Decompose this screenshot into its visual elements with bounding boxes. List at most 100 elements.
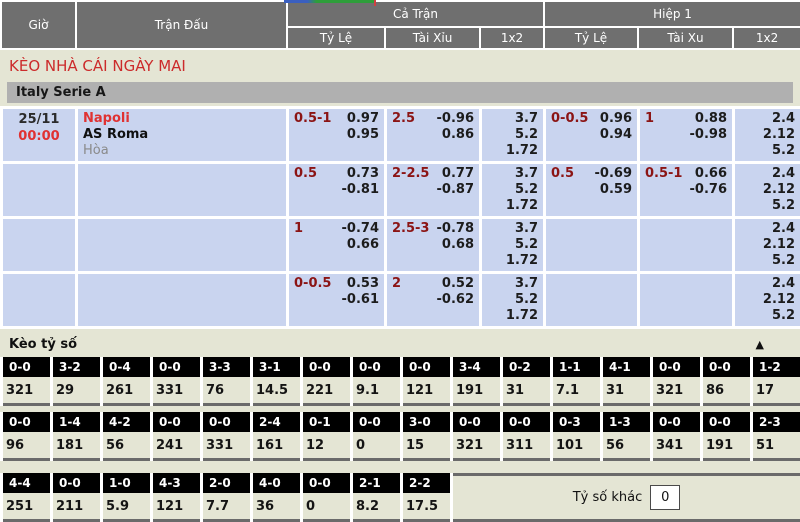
- score-bet-cell[interactable]: 3-376: [203, 357, 250, 406]
- odds-value[interactable]: -0.98: [645, 127, 727, 143]
- odds-cell-ft-handicap[interactable]: 1-0.740.66: [288, 218, 386, 273]
- odds-value[interactable]: 5.2: [487, 292, 538, 308]
- odds-value[interactable]: -0.87: [392, 182, 474, 198]
- score-bet-cell[interactable]: 0-0121: [403, 357, 450, 406]
- odds-cell-ft-overunder[interactable]: 2-2.50.77-0.87: [386, 163, 481, 218]
- odds-value[interactable]: 3.7: [487, 276, 538, 292]
- odds-value[interactable]: 5.2: [487, 237, 538, 253]
- collapse-up-icon[interactable]: ▲: [756, 338, 764, 351]
- score-bet-cell[interactable]: 3-015: [403, 412, 450, 461]
- score-bet-cell[interactable]: 4-036: [253, 473, 300, 522]
- odds-cell-ft-1x2[interactable]: 3.75.21.72: [481, 273, 545, 328]
- odds-value[interactable]: -0.74: [294, 221, 379, 237]
- odds-value[interactable]: 2.4: [740, 111, 795, 127]
- odds-value[interactable]: 1.72: [487, 308, 538, 324]
- odds-value[interactable]: 2.4: [740, 221, 795, 237]
- score-bet-cell[interactable]: 1-217: [753, 357, 800, 406]
- odds-cell-ft-1x2[interactable]: 3.75.21.72: [481, 218, 545, 273]
- odds-cell-h1-overunder[interactable]: [639, 218, 734, 273]
- score-bet-cell[interactable]: 1-05.9: [103, 473, 150, 522]
- odds-value[interactable]: 5.2: [740, 198, 795, 214]
- odds-cell-ft-overunder[interactable]: 2.5-0.960.86: [386, 108, 481, 163]
- odds-value[interactable]: 5.2: [740, 308, 795, 324]
- odds-value[interactable]: -0.62: [392, 292, 474, 308]
- odds-value[interactable]: 2.12: [740, 182, 795, 198]
- odds-value[interactable]: 2.12: [740, 292, 795, 308]
- odds-cell-ft-handicap[interactable]: 0-0.50.53-0.61: [288, 273, 386, 328]
- score-bet-cell[interactable]: 0-112: [303, 412, 350, 461]
- odds-value[interactable]: 5.2: [740, 253, 795, 269]
- odds-cell-h1-handicap[interactable]: 0.5-0.690.59: [545, 163, 639, 218]
- score-bet-cell[interactable]: 0-0321: [653, 357, 700, 406]
- odds-value[interactable]: 0.66: [294, 237, 379, 253]
- odds-value[interactable]: 2.4: [740, 166, 795, 182]
- score-bet-cell[interactable]: 0-3101: [553, 412, 600, 461]
- score-bet-cell[interactable]: 1-17.1: [553, 357, 600, 406]
- odds-value[interactable]: -0.61: [294, 292, 379, 308]
- score-bet-cell[interactable]: 0-4261: [103, 357, 150, 406]
- score-bet-cell[interactable]: 3-4191: [453, 357, 500, 406]
- odds-value[interactable]: 0.52: [392, 276, 474, 292]
- score-bet-cell[interactable]: 3-229: [53, 357, 100, 406]
- odds-cell-h1-overunder[interactable]: 10.88-0.98: [639, 108, 734, 163]
- odds-cell-h1-1x2[interactable]: 2.42.125.2: [734, 273, 800, 328]
- odds-value[interactable]: 3.7: [487, 166, 538, 182]
- score-bet-cell[interactable]: 0-096: [3, 412, 50, 461]
- odds-value[interactable]: -0.76: [645, 182, 727, 198]
- score-bet-cell[interactable]: 2-07.7: [203, 473, 250, 522]
- odds-value[interactable]: 5.2: [487, 127, 538, 143]
- odds-value[interactable]: 5.2: [487, 182, 538, 198]
- score-bet-cell[interactable]: 4-256: [103, 412, 150, 461]
- score-bet-cell[interactable]: 0-0241: [153, 412, 200, 461]
- odds-cell-h1-handicap[interactable]: [545, 273, 639, 328]
- odds-cell-ft-overunder[interactable]: 20.52-0.62: [386, 273, 481, 328]
- score-bet-cell[interactable]: 0-0341: [653, 412, 700, 461]
- odds-cell-ft-overunder[interactable]: 2.5-3-0.780.68: [386, 218, 481, 273]
- odds-cell-h1-handicap[interactable]: [545, 218, 639, 273]
- odds-value[interactable]: 1.72: [487, 143, 538, 159]
- score-bet-cell[interactable]: 0-00: [353, 412, 400, 461]
- odds-cell-ft-1x2[interactable]: 3.75.21.72: [481, 163, 545, 218]
- other-score-input[interactable]: 0: [650, 485, 680, 510]
- odds-value[interactable]: -0.81: [294, 182, 379, 198]
- odds-value[interactable]: 0.88: [645, 111, 727, 127]
- score-bet-cell[interactable]: 0-0211: [53, 473, 100, 522]
- odds-cell-h1-overunder[interactable]: [639, 273, 734, 328]
- score-bet-cell[interactable]: 2-351: [753, 412, 800, 461]
- score-bet-cell[interactable]: 1-356: [603, 412, 650, 461]
- odds-cell-h1-1x2[interactable]: 2.42.125.2: [734, 218, 800, 273]
- score-bet-cell[interactable]: 3-114.5: [253, 357, 300, 406]
- score-bet-cell[interactable]: 0-0221: [303, 357, 350, 406]
- score-bet-cell[interactable]: 0-0331: [203, 412, 250, 461]
- score-bet-cell[interactable]: 0-231: [503, 357, 550, 406]
- score-bet-cell[interactable]: 0-0191: [703, 412, 750, 461]
- score-bet-cell[interactable]: 2-4161: [253, 412, 300, 461]
- odds-cell-ft-handicap[interactable]: 0.5-10.970.95: [288, 108, 386, 163]
- odds-value[interactable]: 1.72: [487, 198, 538, 214]
- odds-value[interactable]: 1.72: [487, 253, 538, 269]
- score-bet-cell[interactable]: 4-4251: [3, 473, 50, 522]
- odds-value[interactable]: 5.2: [740, 143, 795, 159]
- score-bet-cell[interactable]: 1-4181: [53, 412, 100, 461]
- score-bet-cell[interactable]: 0-00: [303, 473, 350, 522]
- odds-value[interactable]: 2.4: [740, 276, 795, 292]
- odds-value[interactable]: 0.94: [551, 127, 632, 143]
- odds-cell-h1-overunder[interactable]: 0.5-10.66-0.76: [639, 163, 734, 218]
- odds-value[interactable]: 0.86: [392, 127, 474, 143]
- score-bet-cell[interactable]: 2-18.2: [353, 473, 400, 522]
- odds-value[interactable]: 3.7: [487, 221, 538, 237]
- score-bet-cell[interactable]: 2-217.5: [403, 473, 450, 522]
- odds-value[interactable]: 2.12: [740, 237, 795, 253]
- odds-cell-ft-handicap[interactable]: 0.50.73-0.81: [288, 163, 386, 218]
- odds-cell-ft-1x2[interactable]: 3.75.21.72: [481, 108, 545, 163]
- odds-cell-h1-1x2[interactable]: 2.42.125.2: [734, 108, 800, 163]
- odds-cell-h1-1x2[interactable]: 2.42.125.2: [734, 163, 800, 218]
- odds-value[interactable]: 0.59: [551, 182, 632, 198]
- odds-cell-h1-handicap[interactable]: 0-0.50.960.94: [545, 108, 639, 163]
- odds-value[interactable]: 0.68: [392, 237, 474, 253]
- score-bet-cell[interactable]: 0-0311: [503, 412, 550, 461]
- score-bet-cell[interactable]: 4-3121: [153, 473, 200, 522]
- score-bet-cell[interactable]: 4-131: [603, 357, 650, 406]
- odds-value[interactable]: 2.12: [740, 127, 795, 143]
- odds-value[interactable]: 0.95: [294, 127, 379, 143]
